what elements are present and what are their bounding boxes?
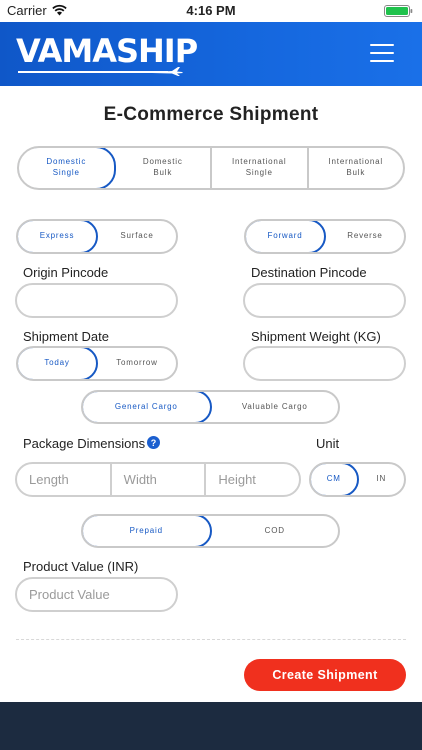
option-valuable-cargo[interactable]: Valuable Cargo: [212, 392, 339, 422]
option-international-bulk[interactable]: International Bulk: [309, 148, 404, 188]
logo-underline: [18, 71, 168, 73]
shipment-weight-input[interactable]: [243, 346, 406, 381]
airplane-icon: [152, 67, 183, 76]
app-screen: Carrier 4:16 PM VAMASHIP E-Commerce Ship…: [0, 0, 422, 750]
payment-selector: Prepaid COD: [81, 514, 340, 548]
shipment-date-selector: Today Tomorrow: [16, 346, 178, 381]
option-international-single[interactable]: International Single: [212, 148, 309, 188]
option-reverse[interactable]: Reverse: [326, 221, 404, 252]
shipment-type-selector: Domestic Single Domestic Bulk Internatio…: [17, 146, 405, 190]
length-input[interactable]: Length: [17, 464, 112, 495]
status-bar: Carrier 4:16 PM: [0, 0, 422, 22]
option-tomorrow[interactable]: Tomorrow: [98, 348, 176, 379]
option-cod[interactable]: COD: [212, 516, 339, 546]
option-domestic-single[interactable]: Domestic Single: [19, 148, 116, 188]
option-surface[interactable]: Surface: [98, 221, 176, 252]
destination-pincode-label: Destination Pincode: [251, 265, 367, 280]
unit-label: Unit: [316, 436, 340, 451]
cargo-type-selector: General Cargo Valuable Cargo: [81, 390, 340, 424]
unit-selector: CM IN: [309, 462, 406, 497]
option-domestic-bulk[interactable]: Domestic Bulk: [116, 148, 212, 188]
option-forward[interactable]: Forward: [246, 221, 326, 252]
package-dimensions-inputs: Length Width Height: [15, 462, 301, 497]
origin-pincode-input[interactable]: [15, 283, 178, 318]
option-cm[interactable]: CM: [311, 464, 359, 495]
form-divider: [16, 639, 406, 640]
width-input[interactable]: Width: [112, 464, 207, 495]
package-dimensions-label: Package Dimensions: [23, 436, 146, 451]
option-today[interactable]: Today: [18, 348, 98, 379]
option-prepaid[interactable]: Prepaid: [83, 516, 212, 546]
height-input[interactable]: Height: [206, 464, 299, 495]
product-value-input[interactable]: Product Value: [15, 577, 178, 612]
create-shipment-button[interactable]: Create Shipment: [244, 659, 406, 691]
destination-pincode-input[interactable]: [243, 283, 406, 318]
hamburger-menu-icon[interactable]: [370, 44, 394, 62]
direction-selector: Forward Reverse: [244, 219, 406, 254]
app-header: VAMASHIP: [0, 22, 422, 86]
status-time: 4:16 PM: [186, 3, 236, 18]
option-express[interactable]: Express: [18, 221, 98, 252]
origin-pincode-label: Origin Pincode: [23, 265, 109, 280]
option-in[interactable]: IN: [359, 464, 405, 495]
page-title: E-Commerce Shipment: [103, 104, 319, 125]
help-icon[interactable]: ?: [147, 436, 160, 449]
shipment-weight-label: Shipment Weight (KG): [251, 329, 381, 344]
battery-icon: [384, 5, 413, 17]
product-value-label: Product Value (INR): [23, 559, 139, 574]
service-mode-selector: Express Surface: [16, 219, 178, 254]
footer-bar: [0, 702, 422, 750]
shipment-date-label: Shipment Date: [23, 329, 109, 344]
option-general-cargo[interactable]: General Cargo: [83, 392, 212, 422]
